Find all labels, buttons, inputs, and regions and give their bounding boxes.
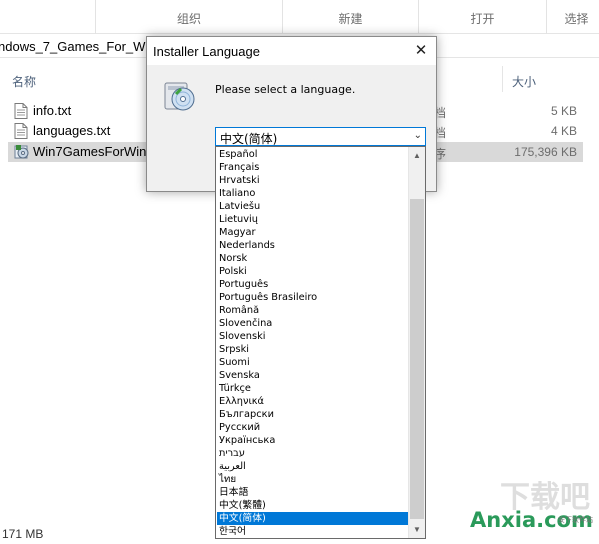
language-option[interactable]: 日本語: [217, 486, 409, 499]
scroll-up-arrow-icon[interactable]: ▲: [409, 147, 425, 164]
status-size: 171 MB: [2, 527, 44, 541]
language-option[interactable]: Svenska: [217, 369, 409, 382]
language-option[interactable]: Română: [217, 304, 409, 317]
language-option[interactable]: Hrvatski: [217, 174, 409, 187]
language-option[interactable]: Latviešu: [217, 200, 409, 213]
language-option[interactable]: Ελληνικά: [217, 395, 409, 408]
language-option[interactable]: 한국어: [217, 525, 409, 537]
language-option[interactable]: Norsk: [217, 252, 409, 265]
column-size-header[interactable]: 大小: [512, 73, 536, 90]
installer-icon: [14, 145, 29, 159]
language-combobox[interactable]: 中文(简体) ⌄: [215, 127, 426, 146]
scroll-down-arrow-icon[interactable]: ▼: [409, 521, 425, 538]
language-option[interactable]: Magyar: [217, 226, 409, 239]
column-name-header[interactable]: 名称: [12, 73, 36, 90]
close-icon[interactable]: ✕: [406, 37, 436, 65]
language-option[interactable]: עברית: [217, 447, 409, 460]
dropdown-scrollbar[interactable]: ▲ ▼: [408, 147, 425, 538]
language-option[interactable]: Русский: [217, 421, 409, 434]
language-option[interactable]: Español: [217, 148, 409, 161]
watermark-small: 安下软件站: [558, 516, 593, 524]
language-option[interactable]: Български: [217, 408, 409, 421]
ribbon-organize-label: 组织: [176, 12, 201, 26]
ribbon-group-organize[interactable]: 组织: [95, 0, 282, 34]
text-file-icon: [14, 123, 28, 139]
language-option[interactable]: ไทย: [217, 473, 409, 486]
ribbon-group-open[interactable]: 打开: [418, 0, 546, 34]
dialog-titlebar[interactable]: Installer Language ✕: [147, 37, 436, 65]
language-option[interactable]: Slovenski: [217, 330, 409, 343]
language-option[interactable]: Lietuvių: [217, 213, 409, 226]
language-option[interactable]: Nederlands: [217, 239, 409, 252]
file-name: Win7GamesForWin1: [33, 144, 154, 159]
chevron-down-icon[interactable]: ⌄: [414, 130, 422, 141]
language-option[interactable]: العربية: [217, 460, 409, 473]
ribbon: 组织 新建 打开 选择: [0, 0, 599, 34]
file-name: languages.txt: [33, 123, 111, 138]
ribbon-open-label: 打开: [470, 12, 495, 26]
dialog-title: Installer Language: [153, 44, 260, 59]
language-option[interactable]: Italiano: [217, 187, 409, 200]
ribbon-group-new[interactable]: 新建: [282, 0, 418, 34]
address-path: ndows_7_Games_For_Win: [0, 39, 156, 54]
language-dropdown-list[interactable]: Español Français Hrvatski Italiano Latviešu L…: [215, 146, 426, 539]
language-option[interactable]: 中文(简体): [217, 512, 409, 525]
ribbon-group-select[interactable]: 选择: [546, 0, 599, 34]
language-option[interactable]: 中文(繁體): [217, 499, 409, 512]
language-option[interactable]: Українська: [217, 434, 409, 447]
file-size: 4 KB: [550, 124, 577, 138]
installer-cd-icon: [164, 82, 195, 111]
file-size: 5 KB: [550, 104, 577, 118]
scrollbar-thumb[interactable]: [410, 199, 424, 519]
language-option[interactable]: Português Brasileiro: [217, 291, 409, 304]
language-option[interactable]: Slovenčina: [217, 317, 409, 330]
language-option[interactable]: Türkçe: [217, 382, 409, 395]
dialog-prompt: Please select a language.: [215, 83, 356, 96]
language-option[interactable]: Français: [217, 161, 409, 174]
language-option[interactable]: Suomi: [217, 356, 409, 369]
ribbon-select-label: 选择: [564, 12, 589, 26]
language-option[interactable]: Polski: [217, 265, 409, 278]
dropdown-items: Español Français Hrvatski Italiano Latviešu L…: [217, 148, 409, 537]
language-option[interactable]: Srpski: [217, 343, 409, 356]
ribbon-new-label: 新建: [338, 12, 363, 26]
language-option[interactable]: Português: [217, 278, 409, 291]
file-name: info.txt: [33, 103, 72, 118]
text-file-icon: [14, 103, 28, 119]
combobox-value: 中文(简体): [220, 132, 278, 146]
column-divider[interactable]: [502, 66, 503, 92]
file-size: 175,396 KB: [514, 145, 577, 159]
